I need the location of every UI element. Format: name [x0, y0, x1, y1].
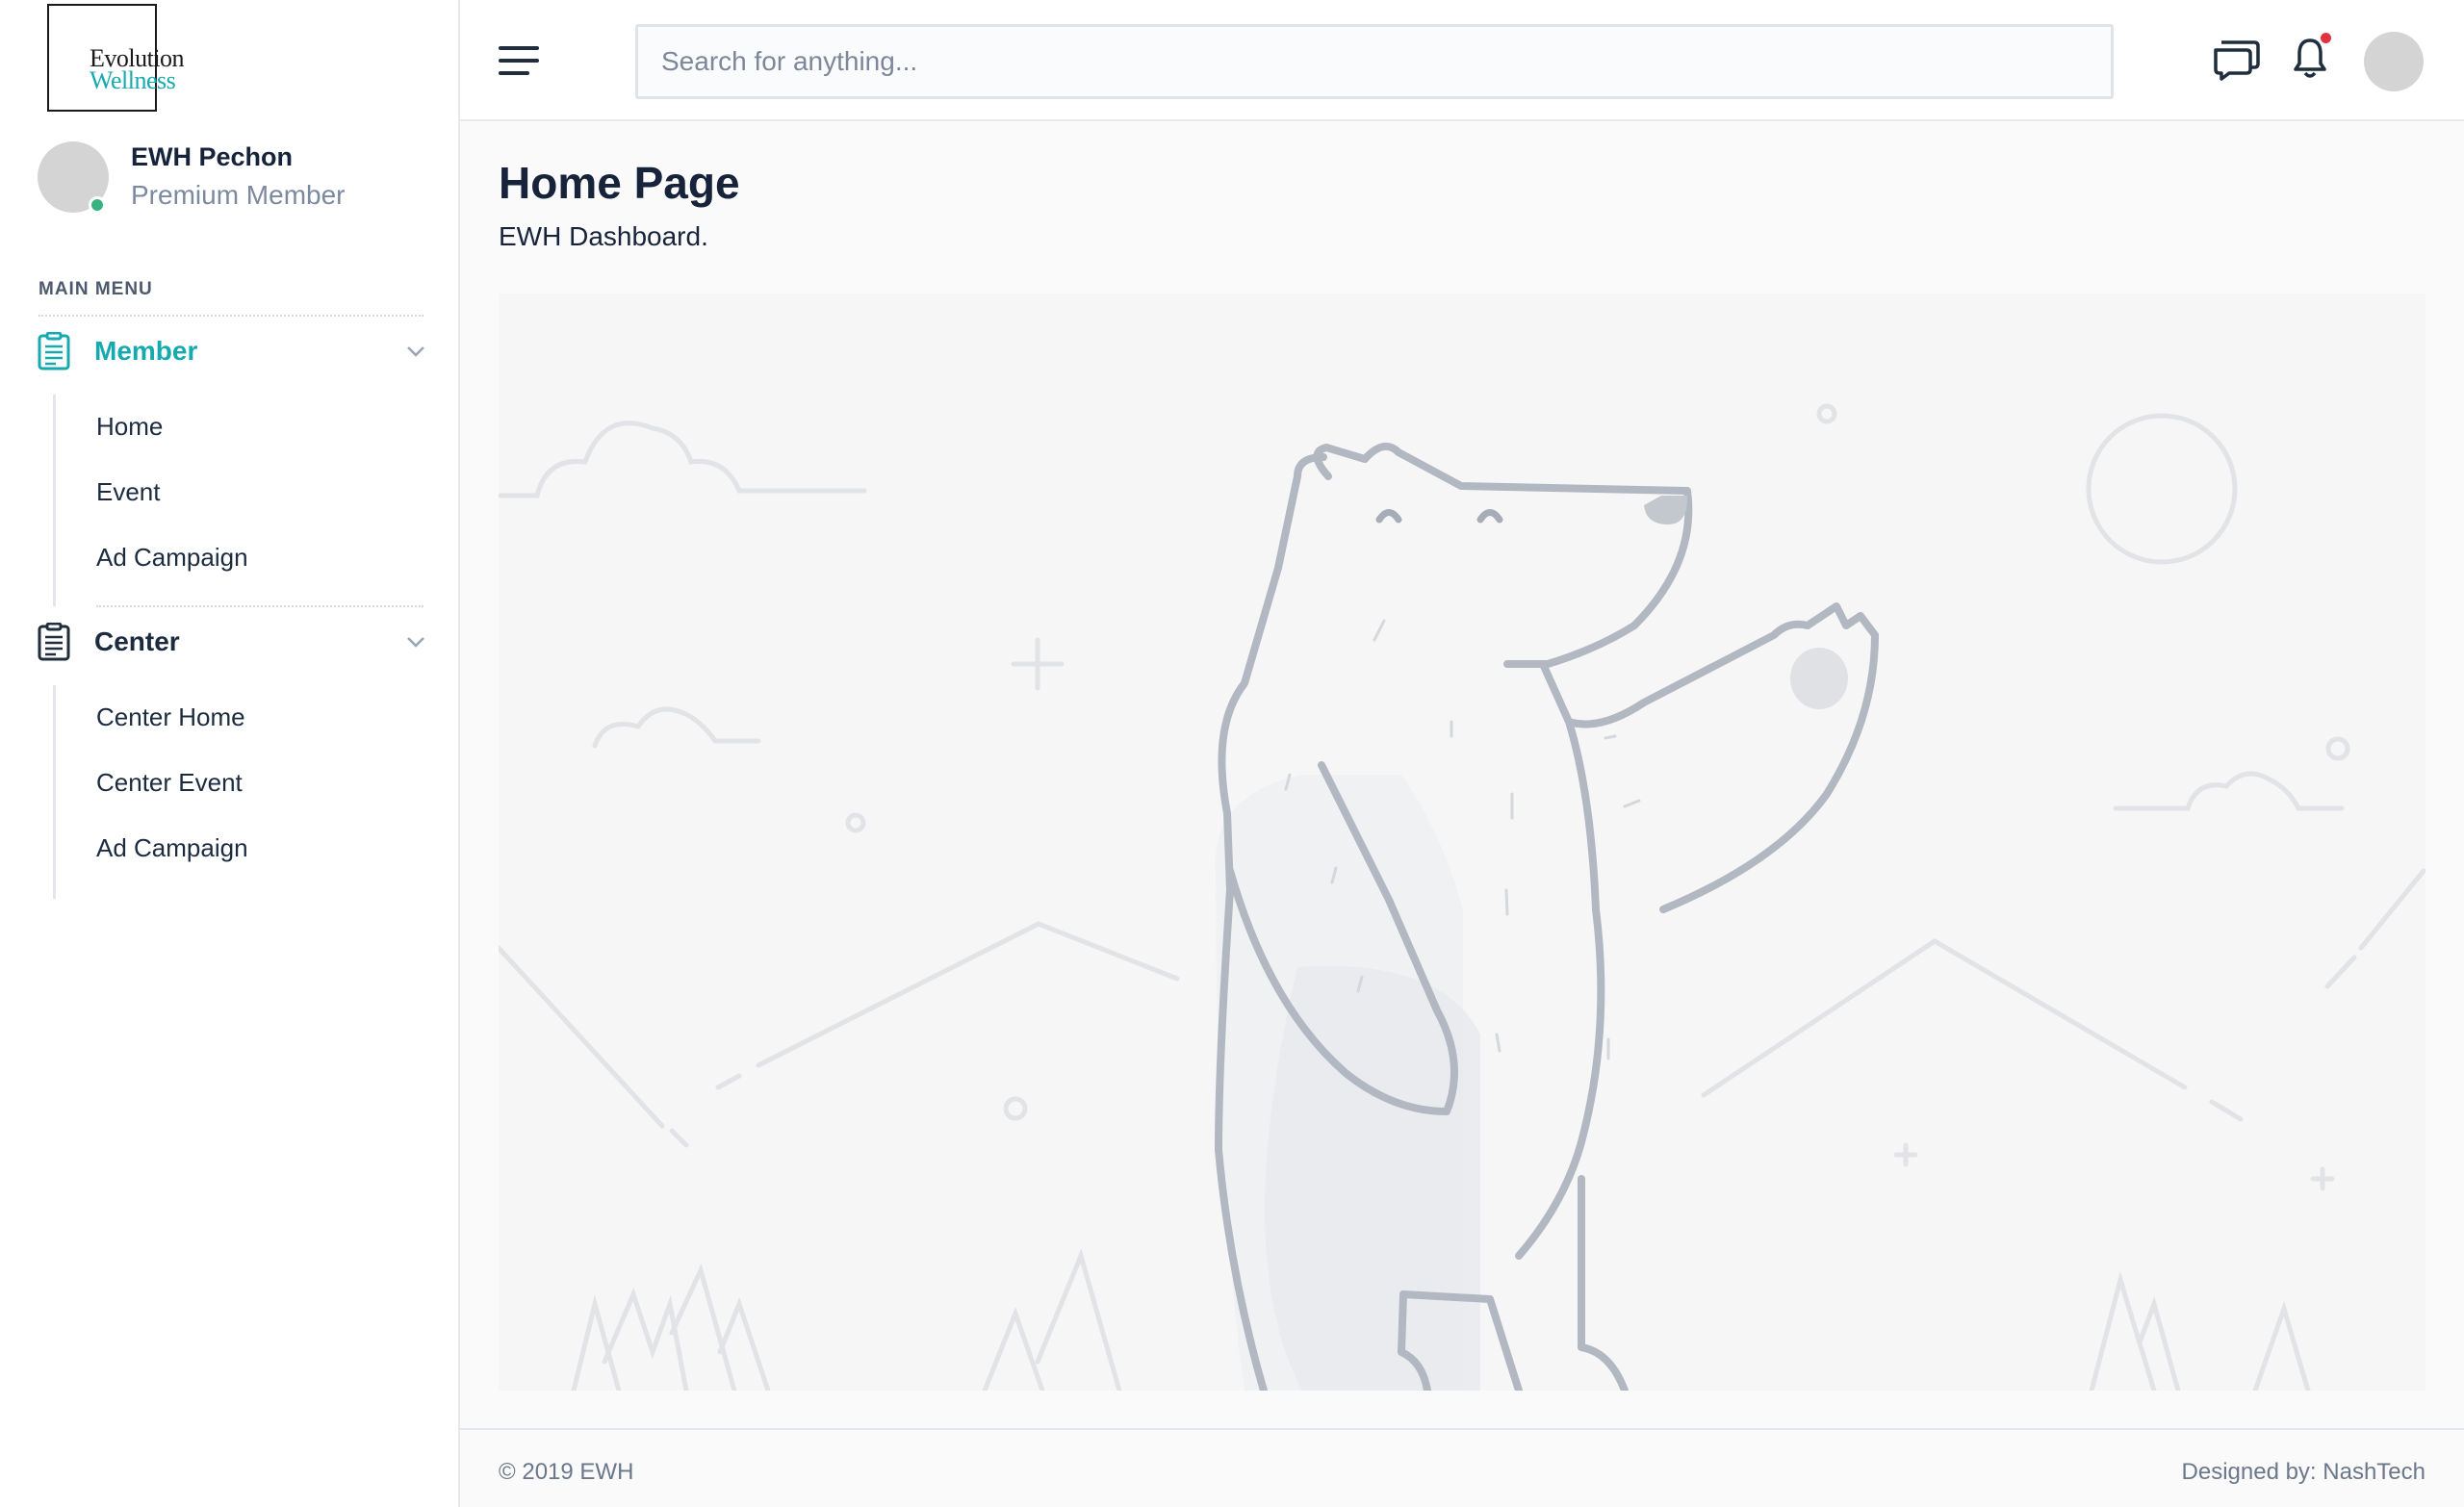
top-header [460, 0, 2464, 121]
menu-group-label: Center [94, 626, 180, 656]
menu-group-center[interactable]: Center [37, 618, 426, 666]
footer-designed-by: Designed by: NashTech [2181, 1459, 2426, 1485]
menu-group-label: Member [94, 336, 198, 366]
clipboard-list-icon [38, 623, 70, 661]
chat-icon[interactable] [2212, 38, 2262, 81]
sidebar-item-center-event[interactable]: Center Event [96, 768, 243, 798]
submenu-guide-line [53, 395, 56, 606]
profile-role: Premium Member [131, 180, 346, 210]
sidebar: Evolution Wellness EWH Pechon Premium Me… [0, 0, 460, 1507]
page-title: Home Page [499, 158, 740, 208]
sidebar-item-ad-campaign[interactable]: Ad Campaign [96, 543, 248, 573]
logo-text-line2: Wellness [90, 66, 176, 94]
sidebar-item-home[interactable]: Home [96, 412, 163, 442]
sidebar-item-center-home[interactable]: Center Home [96, 702, 245, 732]
clipboard-list-icon [38, 332, 70, 370]
chevron-down-icon [407, 637, 424, 648]
polar-bear-illustration-art [496, 403, 2426, 1394]
sidebar-item-center-ad-campaign[interactable]: Ad Campaign [96, 833, 248, 863]
menu-group-member[interactable]: Member [37, 327, 426, 375]
search-input[interactable] [635, 24, 2114, 99]
user-avatar[interactable] [2364, 32, 2424, 91]
chevron-down-icon [407, 346, 424, 357]
notification-badge [2319, 31, 2333, 45]
divider [96, 605, 424, 607]
footer: © 2019 EWH Designed by: NashTech [460, 1428, 2464, 1507]
online-status-indicator [89, 196, 106, 214]
footer-copyright: © 2019 EWH [499, 1459, 634, 1485]
main-menu-heading: MAIN MENU [38, 279, 153, 299]
divider [38, 315, 424, 317]
submenu-guide-line [53, 685, 56, 899]
menu-icon[interactable] [499, 46, 539, 77]
page-subtitle: EWH Dashboard. [499, 221, 708, 251]
polar-bear-illustration [496, 294, 2426, 1394]
profile-name: EWH Pechon [131, 142, 294, 171]
brand-logo[interactable]: Evolution Wellness [47, 4, 185, 112]
sidebar-item-event[interactable]: Event [96, 477, 161, 507]
